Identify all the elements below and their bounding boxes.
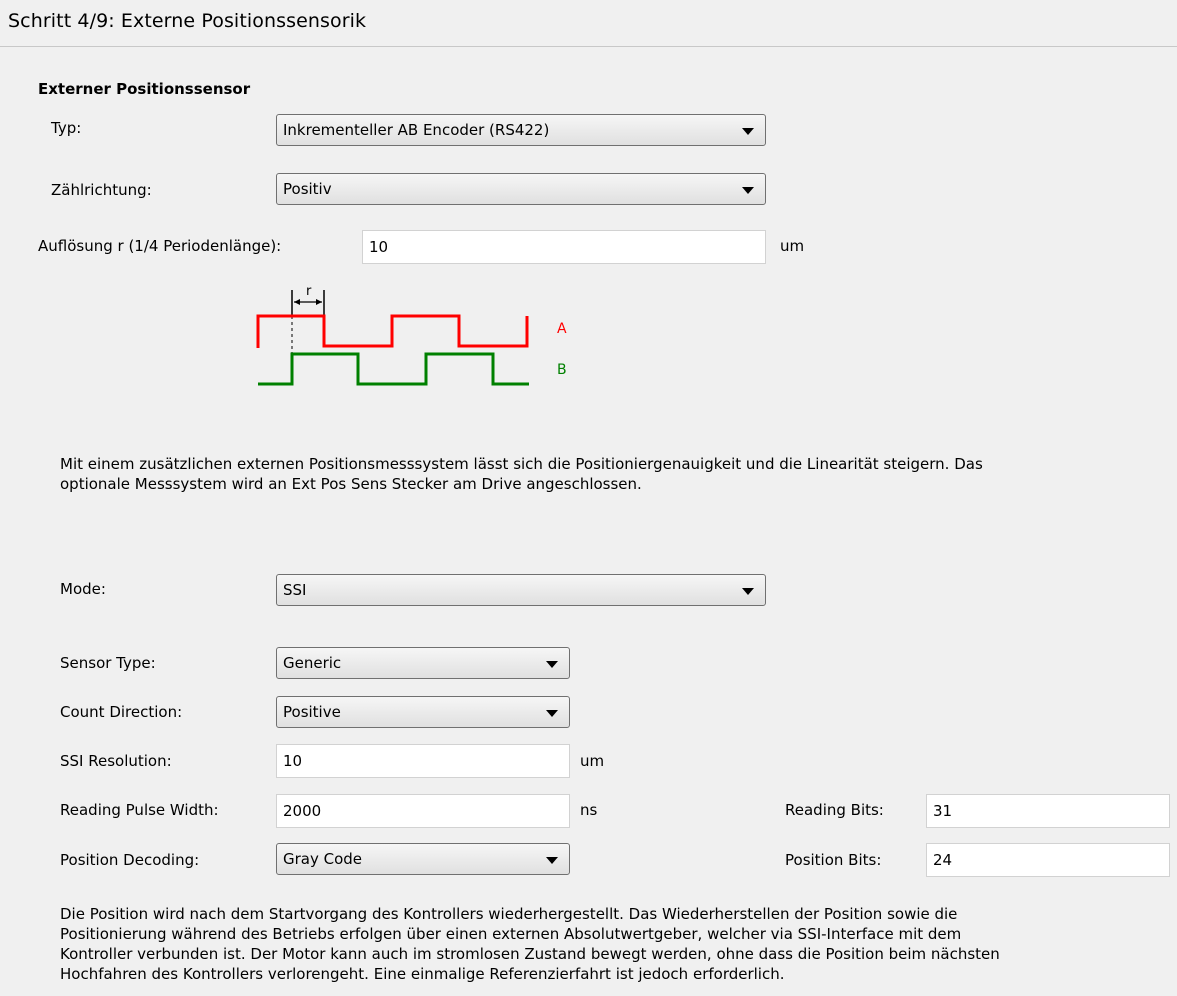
- reading-pulse-width-label: Reading Pulse Width:: [60, 801, 219, 819]
- typ-select[interactable]: Inkrementeller AB Encoder (RS422): [276, 114, 766, 146]
- chevron-down-icon: [742, 588, 754, 595]
- mode-select[interactable]: SSI: [276, 574, 766, 606]
- ssi-resolution-label: SSI Resolution:: [60, 752, 172, 770]
- reading-pulse-width-unit: ns: [580, 801, 598, 819]
- r-arrow-left: [294, 299, 300, 305]
- sensor-type-value: Generic: [283, 654, 342, 672]
- aufloesung-value: 10: [369, 238, 389, 256]
- zaehlrichtung-label: Zählrichtung:: [51, 181, 152, 199]
- description-line: Die Position wird nach dem Startvorgang …: [60, 905, 958, 923]
- description-line: Kontroller verbunden ist. Der Motor kann…: [60, 945, 1000, 963]
- mode-value: SSI: [283, 581, 307, 599]
- typ-value: Inkrementeller AB Encoder (RS422): [283, 121, 550, 139]
- position-bits-value: 24: [933, 851, 953, 869]
- sensor-type-label: Sensor Type:: [60, 654, 156, 672]
- info-text-line: Mit einem zusätzlichen externen Position…: [60, 455, 983, 473]
- position-bits-label: Position Bits:: [785, 851, 882, 869]
- signal-b-label: B: [557, 362, 567, 378]
- ssi-resolution-value: 10: [283, 752, 303, 770]
- reading-bits-input[interactable]: 31: [926, 794, 1170, 828]
- sensor-type-select[interactable]: Generic: [276, 647, 570, 679]
- aufloesung-unit: um: [780, 237, 805, 255]
- position-bits-input[interactable]: 24: [926, 843, 1170, 877]
- page-title: Schritt 4/9: Externe Positionssensorik: [8, 10, 367, 32]
- signal-b-wave: [258, 352, 529, 386]
- description-text: Die Position wird nach dem Startvorgang …: [60, 904, 1000, 984]
- chevron-down-icon: [742, 128, 754, 135]
- reading-bits-value: 31: [933, 802, 953, 820]
- reading-pulse-width-value: 2000: [283, 802, 322, 820]
- mode-label: Mode:: [60, 580, 106, 598]
- r-label: r: [306, 284, 312, 299]
- reading-bits-label: Reading Bits:: [785, 801, 884, 819]
- description-line: Positionierung während des Betriebs erfo…: [60, 925, 962, 943]
- aufloesung-input[interactable]: 10: [362, 230, 766, 264]
- signal-a-wave: [256, 314, 529, 348]
- section-title: Externer Positionssensor: [38, 80, 251, 98]
- typ-label: Typ:: [51, 119, 82, 137]
- zaehlrichtung-select[interactable]: Positiv: [276, 173, 766, 205]
- ssi-resolution-input[interactable]: 10: [276, 744, 570, 778]
- chevron-down-icon: [546, 661, 558, 668]
- page-header: Schritt 4/9: Externe Positionssensorik: [0, 0, 1177, 47]
- encoder-signal-diagram: r A B: [256, 284, 567, 386]
- count-direction-label: Count Direction:: [60, 703, 183, 721]
- count-direction-select[interactable]: Positive: [276, 696, 570, 728]
- description-line: Hochfahren des Kontrollers verlorengeht.…: [60, 965, 785, 983]
- position-decoding-select[interactable]: Gray Code: [276, 843, 570, 875]
- zaehlrichtung-value: Positiv: [283, 180, 332, 198]
- info-text-line: optionale Messsystem wird an Ext Pos Sen…: [60, 475, 642, 493]
- count-direction-value: Positive: [283, 703, 341, 721]
- chevron-down-icon: [546, 857, 558, 864]
- chevron-down-icon: [546, 710, 558, 717]
- chevron-down-icon: [742, 187, 754, 194]
- reading-pulse-width-input[interactable]: 2000: [276, 794, 570, 828]
- position-decoding-value: Gray Code: [283, 850, 363, 868]
- r-arrow-right: [316, 299, 322, 305]
- position-decoding-label: Position Decoding:: [60, 851, 200, 869]
- aufloesung-label: Auflösung r (1/4 Periodenlänge):: [38, 237, 282, 255]
- ssi-resolution-unit: um: [580, 752, 605, 770]
- info-text: Mit einem zusätzlichen externen Position…: [60, 454, 983, 494]
- signal-a-label: A: [557, 321, 567, 337]
